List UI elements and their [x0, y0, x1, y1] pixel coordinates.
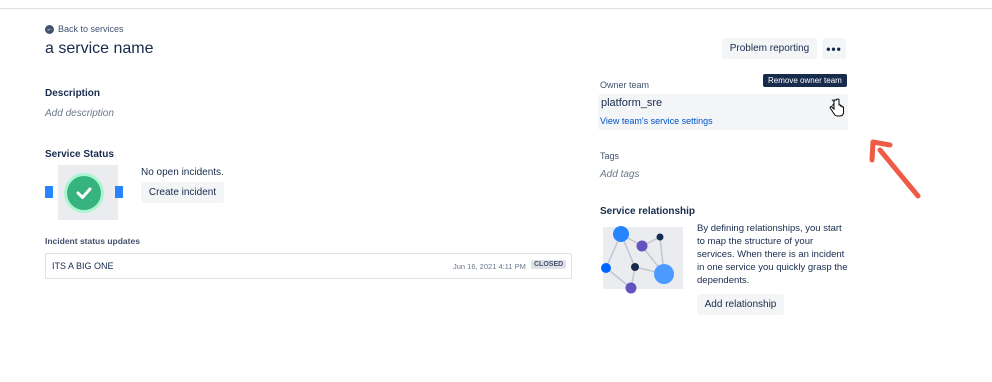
- incident-title: ITS A BIG ONE: [52, 261, 114, 271]
- incident-date: Jun 16, 2021 4:11 PM: [453, 262, 526, 271]
- relationship-description: By defining relationships, you start to …: [697, 223, 848, 286]
- arrow-left-icon: ←: [45, 24, 54, 34]
- back-to-services-link[interactable]: ← Back to services: [45, 24, 124, 34]
- status-badge: CLOSED: [531, 260, 567, 269]
- view-team-settings-link[interactable]: View team's service settings: [600, 116, 713, 126]
- add-tags-field[interactable]: Add tags: [600, 169, 639, 180]
- top-divider: [0, 8, 992, 9]
- hand-cursor-icon: [829, 98, 844, 117]
- annotation-arrow: [869, 139, 921, 199]
- add-relationship-button[interactable]: Add relationship: [697, 294, 784, 315]
- status-text: No open incidents.: [141, 167, 224, 178]
- add-description-field[interactable]: Add description: [45, 108, 114, 119]
- back-label: Back to services: [58, 24, 124, 34]
- incident-update-row[interactable]: ITS A BIG ONE Jun 16, 2021 4:11 PM CLOSE…: [45, 253, 572, 279]
- tags-heading: Tags: [600, 151, 620, 161]
- service-status-illustration: [45, 165, 125, 220]
- create-incident-button[interactable]: Create incident: [141, 182, 224, 203]
- more-actions-button[interactable]: •••: [822, 38, 846, 59]
- problem-reporting-button[interactable]: Problem reporting: [722, 38, 817, 59]
- relationship-graph-illustration: [601, 226, 683, 294]
- owner-team-heading: Owner team: [600, 80, 650, 90]
- more-icon: •••: [826, 41, 842, 56]
- owner-team-name: platform_sre: [601, 97, 663, 109]
- service-status-heading: Service Status: [45, 149, 114, 160]
- description-heading: Description: [45, 88, 101, 99]
- page-title: a service name: [45, 40, 154, 57]
- checkmark-icon: [67, 176, 101, 210]
- incident-updates-heading: Incident status updates: [45, 236, 140, 246]
- remove-owner-tooltip: Remove owner team: [763, 74, 847, 87]
- owner-team-card: platform_sre View team's service setting…: [598, 94, 848, 130]
- service-relationship-heading: Service relationship: [600, 206, 696, 217]
